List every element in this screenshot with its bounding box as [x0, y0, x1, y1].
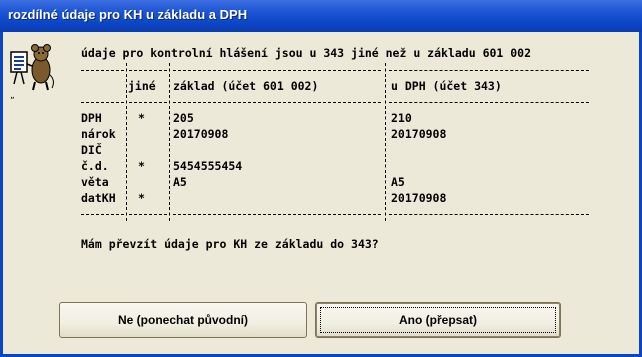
- dialog-window: rozdílné údaje pro KH u základu a DPH „ …: [0, 0, 642, 357]
- column-header-dph: u DPH (účet 343): [391, 79, 502, 93]
- column-header-jine: jiné: [128, 79, 156, 93]
- no-keep-original-button[interactable]: Ne (ponechat původní): [59, 302, 307, 338]
- table-row: datKH * 20170908: [81, 190, 446, 206]
- table-rule-header: [81, 94, 589, 110]
- row-dph-value: 210: [391, 111, 412, 125]
- column-header-zaklad: základ (účet 601 002): [173, 79, 319, 93]
- no-button-label: Ne (ponechat původní): [118, 313, 248, 327]
- table-rule-bottom: [81, 206, 589, 222]
- row-dph-value: 20170908: [391, 191, 447, 205]
- row-label: věta: [81, 175, 109, 189]
- row-zaklad-value: 5454555454: [173, 159, 243, 173]
- table-row: věta A5 A5: [81, 174, 405, 190]
- row-zaklad-value: A5: [173, 175, 187, 189]
- table-header: jiné základ (účet 601 002) u DPH (účet 3…: [81, 78, 502, 94]
- focus-rectangle: [320, 307, 556, 333]
- row-label: č.d.: [81, 159, 109, 173]
- dialog-client-area: „ údaje pro kontrolní hlášení jsou u 343…: [3, 32, 639, 354]
- table-row: č.d. * 5454555454: [81, 158, 386, 174]
- row-label: nárok: [81, 127, 116, 141]
- row-label: datKH: [81, 191, 116, 205]
- row-label: DPH: [81, 111, 102, 125]
- table-rule-top: [81, 62, 589, 78]
- table-row: DPH * 205 210: [81, 110, 412, 126]
- dialog-headline: údaje pro kontrolní hlášení jsou u 343 j…: [81, 46, 532, 60]
- title-bar[interactable]: rozdílné údaje pro KH u základu a DPH: [0, 0, 642, 32]
- window-title: rozdílné údaje pro KH u základu a DPH: [8, 7, 248, 22]
- mouse-with-document-icon: „: [10, 44, 54, 100]
- comparison-table: jiné základ (účet 601 002) u DPH (účet 3…: [81, 62, 589, 222]
- svg-text:„: „: [10, 91, 15, 100]
- table-row: nárok 20170908 20170908: [81, 126, 446, 142]
- table-row: DIČ: [81, 142, 386, 158]
- row-zaklad-value: 20170908: [173, 127, 229, 141]
- row-dph-value: 20170908: [391, 127, 447, 141]
- row-label: DIČ: [81, 143, 102, 157]
- row-zaklad-value: 205: [173, 111, 194, 125]
- yes-overwrite-button[interactable]: Ano (přepsat): [315, 302, 561, 338]
- dialog-question: Mám převzít údaje pro KH ze základu do 3…: [81, 237, 379, 251]
- row-dph-value: A5: [391, 175, 405, 189]
